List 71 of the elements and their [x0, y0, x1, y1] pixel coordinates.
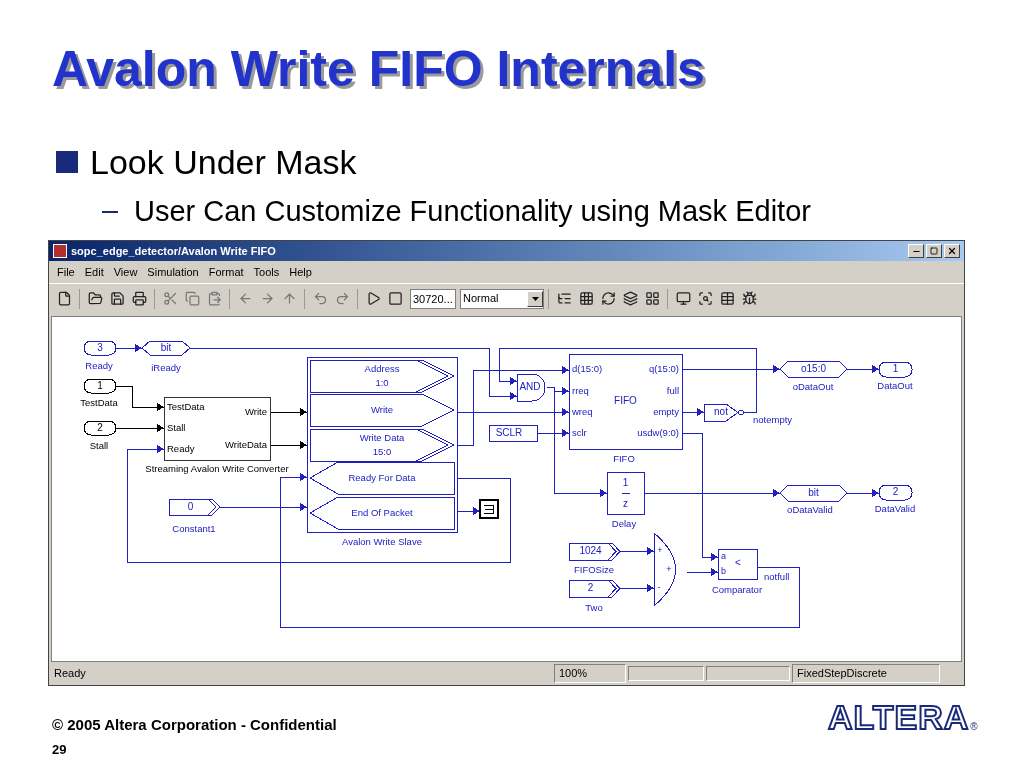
- dash-bullet: [102, 210, 118, 213]
- close-button[interactable]: [944, 244, 960, 258]
- stop-time-field[interactable]: 30720...: [410, 288, 456, 309]
- footer-text: © 2005 Altera Corporation - Confidential: [52, 715, 337, 735]
- inport-block: 2: [83, 420, 117, 436]
- goto-tag-block: bit: [779, 484, 848, 502]
- simulation-mode-select[interactable]: Normal: [460, 288, 544, 309]
- delay-block: 1 z: [606, 471, 645, 515]
- block-caption: Stall: [89, 439, 109, 451]
- signal-wire: [115, 344, 143, 352]
- signal-wire: [846, 489, 880, 497]
- app-icon: [53, 244, 67, 258]
- block-caption: Comparator: [711, 583, 763, 595]
- status-text: Ready: [53, 666, 87, 682]
- block-caption: Two: [585, 601, 603, 613]
- menu-item[interactable]: Simulation: [143, 263, 203, 281]
- page-number: 29: [52, 741, 67, 759]
- block-caption: FIFOSize: [573, 563, 615, 575]
- registered-mark: ®: [970, 720, 978, 734]
- maximize-icon: [930, 247, 938, 255]
- converter-subsystem-block: TestData Stall Ready Write WriteData: [163, 396, 271, 461]
- block-caption: oDataValid: [787, 503, 833, 515]
- goto-tag-block: bit: [141, 340, 191, 356]
- block-caption: DataOut: [877, 379, 913, 391]
- status-zoom: 100%: [554, 664, 626, 683]
- inport-block: 1: [83, 378, 117, 394]
- menu-item[interactable]: View: [109, 263, 142, 281]
- dropdown-caret-icon: [527, 290, 543, 307]
- block-caption: Constant1: [172, 522, 216, 534]
- block-caption: FIFO: [613, 452, 635, 464]
- block-caption: iReady: [151, 361, 181, 373]
- goto-tag-block: o15:0: [779, 360, 848, 378]
- outport-block: 2: [878, 484, 913, 501]
- constant-block: 2: [568, 579, 621, 598]
- signal-label: notempty: [753, 413, 793, 425]
- close-icon: [947, 246, 957, 256]
- signal-label: notfull: [764, 570, 790, 582]
- block-caption: TestData: [80, 396, 118, 408]
- minimize-button[interactable]: [908, 244, 924, 258]
- constant-block: 1024: [568, 542, 621, 561]
- signal-wire: [269, 408, 308, 416]
- company-logo: ALTERA: [828, 700, 970, 734]
- outport-block: 1: [878, 361, 913, 378]
- window-title: sopc_edge_detector/Avalon Write FIFO: [71, 243, 277, 259]
- bullet-text: Look Under Mask: [90, 145, 357, 179]
- slide-title: Avalon Write FIFO Internals: [52, 44, 705, 94]
- menu-item[interactable]: File: [53, 263, 79, 281]
- status-solver: FixedStepDiscrete: [792, 664, 940, 683]
- slave-subsystem-block: Address 1:0 Write Write Data 15:0 Ready For Data End Of Packet: [306, 356, 458, 533]
- menu-item[interactable]: Help: [285, 263, 316, 281]
- block-caption: Avalon Write Slave: [342, 535, 422, 547]
- inport-block: 3: [83, 340, 117, 356]
- bullet-square: [56, 151, 78, 173]
- bullet-text: User Can Customize Functionality using Mask Editor: [134, 197, 811, 226]
- menu-item[interactable]: Tools: [249, 263, 284, 281]
- block-caption: DataValid: [874, 502, 916, 514]
- block-caption: Streaming Avalon Write Converter: [145, 462, 289, 474]
- comparator-block: a b <: [717, 548, 758, 580]
- signal-wire: [115, 424, 165, 432]
- maximize-button[interactable]: [926, 244, 942, 258]
- sum-block: + + -: [653, 532, 676, 607]
- and-gate-block: AND: [516, 373, 546, 402]
- signal-wire: [846, 365, 880, 373]
- block-caption: oDataOut: [792, 380, 834, 392]
- fifo-block: d(15:0) rreq wreq sclr q(15:0) full empty usdw(9:0) FIFO: [568, 353, 683, 450]
- from-tag-block: SCLR: [488, 424, 538, 442]
- block-caption: Delay: [611, 517, 637, 529]
- menu-item[interactable]: Edit: [80, 263, 108, 281]
- block-caption: Ready: [85, 359, 113, 371]
- constant-block: 0: [168, 498, 221, 516]
- menu-item[interactable]: Format: [204, 263, 248, 281]
